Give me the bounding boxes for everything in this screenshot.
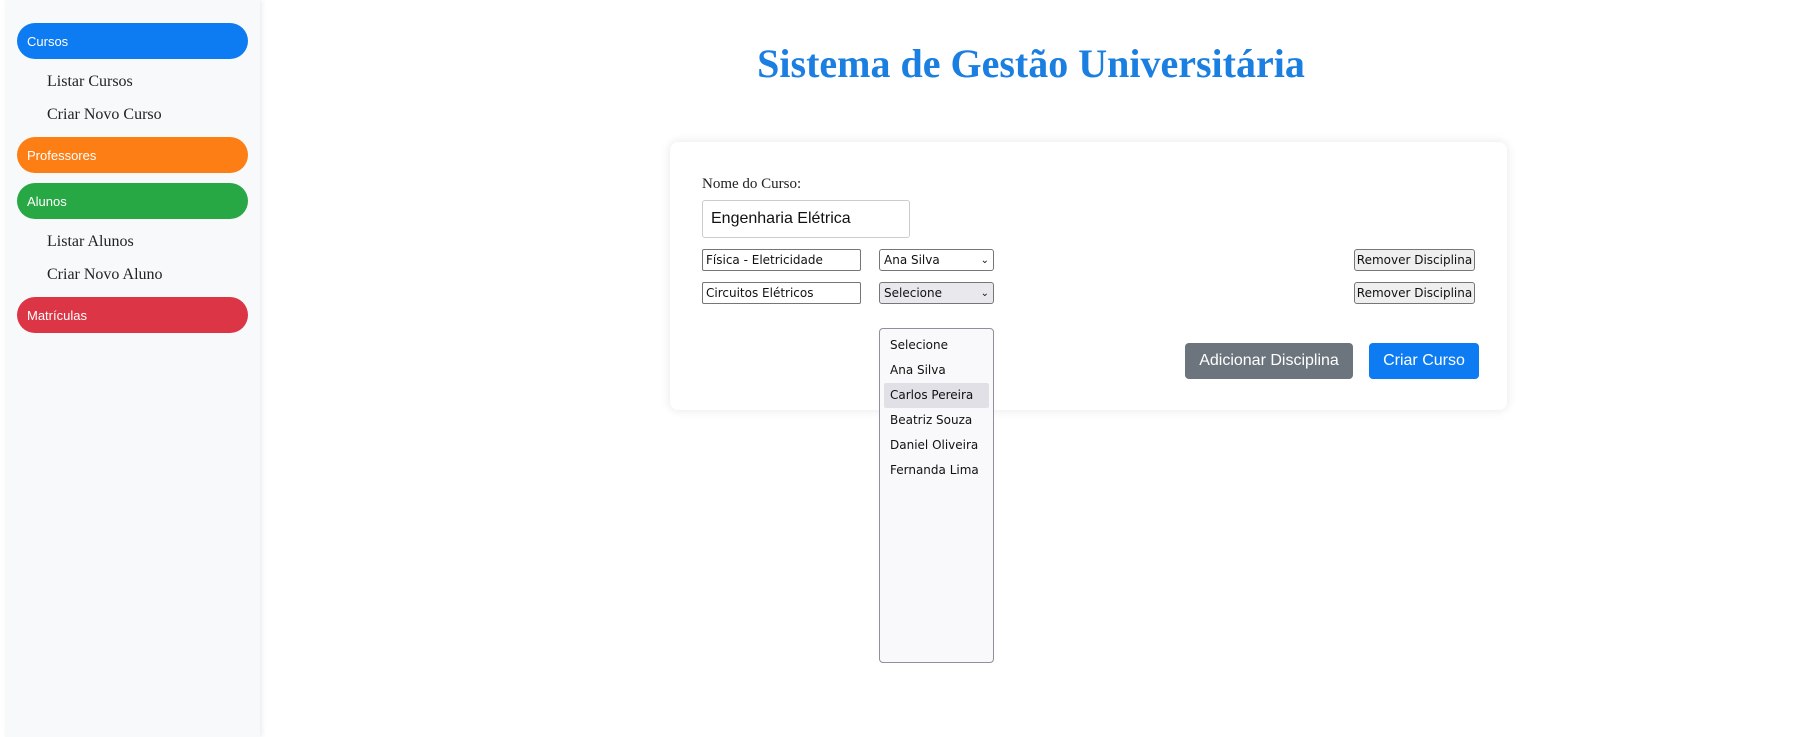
dropdown-option[interactable]: Fernanda Lima (884, 458, 989, 483)
nav-cursos-label: Cursos (27, 33, 69, 49)
page-title: Sistema de Gestão Universitária (757, 41, 1305, 86)
cursos-submenu: Listar Cursos Criar Novo Curso (17, 65, 248, 131)
dropdown-option-hovered[interactable]: Carlos Pereira (884, 383, 989, 408)
nav-alunos[interactable]: Alunos (17, 183, 248, 219)
professor-dropdown-list: Selecione Ana Silva Carlos Pereira Beatr… (879, 328, 994, 663)
remove-discipline-button-1[interactable]: Remover Disciplina (1354, 249, 1475, 271)
nav-matriculas-label: Matrículas (27, 307, 87, 323)
dropdown-option[interactable]: Ana Silva (884, 358, 989, 383)
dropdown-option[interactable]: Daniel Oliveira (884, 433, 989, 458)
discipline-input-2[interactable] (702, 282, 861, 304)
main-content: Sistema de Gestão Universitária Nome do … (260, 0, 1802, 737)
alunos-submenu: Listar Alunos Criar Novo Aluno (17, 225, 248, 291)
chevron-down-icon: ⌄ (980, 254, 989, 266)
remove-discipline-button-2[interactable]: Remover Disciplina (1354, 282, 1475, 304)
professor-select-1-value: Ana Silva (884, 253, 940, 267)
add-discipline-button[interactable]: Adicionar Disciplina (1185, 343, 1353, 379)
sidebar-item-listar-cursos[interactable]: Listar Cursos (17, 65, 248, 98)
sidebar-item-criar-novo-aluno[interactable]: Criar Novo Aluno (17, 258, 248, 291)
nav-matriculas[interactable]: Matrículas (17, 297, 248, 333)
course-name-input[interactable] (702, 200, 910, 238)
sidebar-item-listar-alunos[interactable]: Listar Alunos (17, 225, 248, 258)
create-course-button[interactable]: Criar Curso (1369, 343, 1479, 379)
nav-cursos[interactable]: Cursos (17, 23, 248, 59)
discipline-input-1[interactable] (702, 249, 861, 271)
sidebar-item-criar-novo-curso[interactable]: Criar Novo Curso (17, 98, 248, 131)
nav-alunos-label: Alunos (27, 193, 67, 209)
professor-select-2[interactable]: Selecione ⌄ (879, 282, 994, 304)
chevron-down-icon: ⌄ (980, 287, 989, 299)
course-form-card: Nome do Curso: Ana Silva ⌄ Remover Disci… (670, 142, 1507, 663)
course-name-label: Nome do Curso: (702, 176, 802, 192)
professor-select-1[interactable]: Ana Silva ⌄ (879, 249, 994, 271)
dropdown-option[interactable]: Beatriz Souza (884, 408, 989, 433)
dropdown-option[interactable]: Selecione (884, 333, 989, 358)
nav-professores[interactable]: Professores (17, 137, 248, 173)
sidebar: Cursos Listar Cursos Criar Novo Curso Pr… (5, 0, 260, 737)
professor-select-2-value: Selecione (884, 286, 942, 300)
nav-professores-label: Professores (27, 147, 97, 163)
